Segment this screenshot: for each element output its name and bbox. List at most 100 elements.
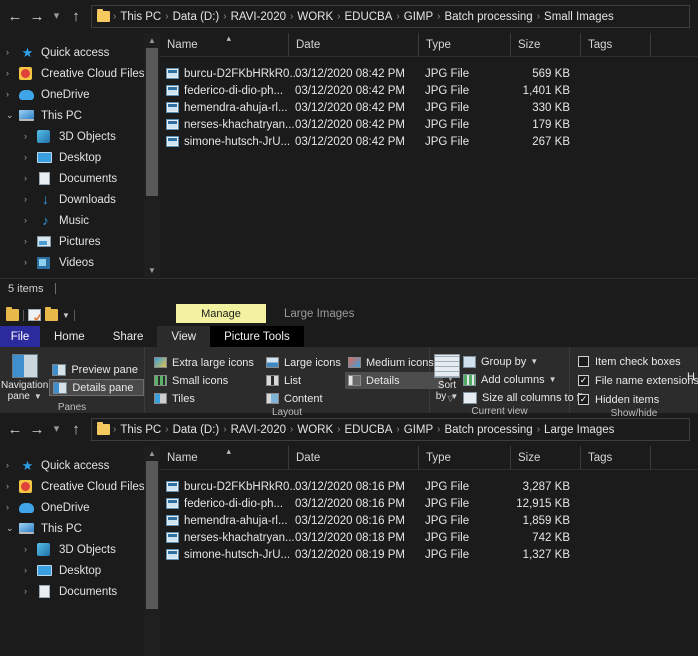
- navigation-scrollbar-top[interactable]: ▲ ▼: [144, 33, 160, 278]
- scrollbar-thumb[interactable]: [146, 461, 158, 609]
- sidebar-item-desktop[interactable]: › Desktop: [0, 147, 160, 168]
- new-folder-icon[interactable]: [45, 307, 58, 321]
- file-name-cell[interactable]: burcu-D2FKbHRkR0...: [160, 481, 299, 493]
- contextual-tab-manage[interactable]: Manage: [176, 304, 266, 323]
- column-header-name[interactable]: Name ▴: [160, 33, 288, 56]
- chevron-down-icon[interactable]: ⌄: [6, 524, 19, 533]
- file-name-cell[interactable]: simone-hutsch-JrU...: [160, 549, 290, 561]
- recent-locations-button[interactable]: ▾: [48, 418, 65, 442]
- table-row[interactable]: hemendra-ahuja-rl... 03/12/2020 08:42 PM J…: [160, 99, 698, 116]
- sidebar-item-creative-cloud-files[interactable]: › Creative Cloud Files: [0, 476, 160, 497]
- sidebar-item-documents[interactable]: › Documents: [0, 168, 160, 189]
- address-field-bottom[interactable]: › This PC › Data (D:) › RAVI-2020 › WORK…: [91, 418, 690, 441]
- up-button[interactable]: ↑: [65, 5, 87, 29]
- column-header-date[interactable]: Date: [288, 33, 418, 56]
- back-button[interactable]: ←: [4, 418, 26, 442]
- sidebar-item-onedrive[interactable]: › OneDrive: [0, 497, 160, 518]
- column-header-type[interactable]: Type: [418, 33, 510, 56]
- chevron-right-icon[interactable]: ›: [24, 153, 37, 162]
- breadcrumb-item[interactable]: EDUCBA: [341, 424, 395, 436]
- tab-file[interactable]: File: [0, 326, 40, 347]
- breadcrumb-item[interactable]: Data (D:): [170, 424, 223, 436]
- table-row[interactable]: simone-hutsch-JrU... 03/12/2020 08:19 PM J…: [160, 546, 698, 563]
- breadcrumb-item[interactable]: Data (D:): [170, 11, 223, 23]
- table-row[interactable]: burcu-D2FKbHRkR0... 03/12/2020 08:16 PM JP…: [160, 478, 698, 495]
- column-header-tags[interactable]: Tags: [580, 33, 650, 56]
- chevron-right-icon[interactable]: ›: [24, 195, 37, 204]
- tab-view[interactable]: View: [157, 326, 211, 347]
- tab-home[interactable]: Home: [40, 326, 99, 347]
- sidebar-item-music[interactable]: › ♪ Music: [0, 210, 160, 231]
- layout-medium-icons[interactable]: Medium icons: [345, 354, 443, 371]
- layout-details[interactable]: Details: [345, 372, 443, 389]
- chevron-right-icon[interactable]: ›: [24, 566, 37, 575]
- breadcrumb-item[interactable]: Batch processing: [441, 424, 535, 436]
- breadcrumb-item[interactable]: This PC: [117, 11, 164, 23]
- scroll-up-arrow-icon[interactable]: ▲: [144, 446, 160, 461]
- sidebar-item-desktop[interactable]: › Desktop: [0, 560, 160, 581]
- column-header-date[interactable]: Date: [288, 446, 418, 469]
- chevron-right-icon[interactable]: ›: [24, 237, 37, 246]
- breadcrumb-item-current[interactable]: Large Images: [541, 424, 617, 436]
- chevron-right-icon[interactable]: ›: [6, 69, 19, 78]
- chevron-right-icon[interactable]: ›: [6, 90, 19, 99]
- forward-button[interactable]: →: [26, 5, 48, 29]
- chevron-right-icon[interactable]: ›: [24, 216, 37, 225]
- forward-button[interactable]: →: [26, 418, 48, 442]
- sidebar-item-pictures[interactable]: › Pictures: [0, 231, 160, 252]
- table-row[interactable]: burcu-D2FKbHRkR0... 03/12/2020 08:42 PM JP…: [160, 65, 698, 82]
- breadcrumb-item[interactable]: Batch processing: [441, 11, 535, 23]
- breadcrumb-item[interactable]: RAVI-2020: [228, 11, 289, 23]
- scrollbar-thumb[interactable]: [146, 48, 158, 196]
- details-pane-button[interactable]: Details pane: [49, 379, 144, 396]
- chevron-right-icon[interactable]: ›: [6, 482, 19, 491]
- sidebar-item-3d-objects[interactable]: › 3D Objects: [0, 126, 160, 147]
- table-row[interactable]: nerses-khachatryan... 03/12/2020 08:42 PM…: [160, 116, 698, 133]
- back-button[interactable]: ←: [4, 5, 26, 29]
- sidebar-item-quick-access[interactable]: › ★ Quick access: [0, 455, 160, 476]
- chevron-right-icon[interactable]: ›: [6, 48, 19, 57]
- breadcrumb-item[interactable]: GIMP: [401, 424, 436, 436]
- table-row[interactable]: federico-di-dio-ph... 03/12/2020 08:16 PM…: [160, 495, 698, 512]
- sidebar-item-onedrive[interactable]: › OneDrive: [0, 84, 160, 105]
- sidebar-item-quick-access[interactable]: › ★ Quick access: [0, 42, 160, 63]
- chevron-right-icon[interactable]: ›: [24, 545, 37, 554]
- table-row[interactable]: simone-hutsch-JrU... 03/12/2020 08:42 PM J…: [160, 133, 698, 150]
- layout-content[interactable]: Content: [263, 390, 345, 407]
- chevron-down-icon[interactable]: ▼: [62, 311, 70, 320]
- preview-pane-button[interactable]: Preview pane: [49, 361, 144, 378]
- tab-picture-tools[interactable]: Picture Tools: [210, 326, 304, 347]
- table-row[interactable]: nerses-khachatryan... 03/12/2020 08:18 PM…: [160, 529, 698, 546]
- sidebar-item-3d-objects[interactable]: › 3D Objects: [0, 539, 160, 560]
- breadcrumb-item[interactable]: EDUCBA: [341, 11, 395, 23]
- navigation-pane-button[interactable]: Navigation pane ▼: [0, 352, 49, 402]
- breadcrumb-item[interactable]: WORK: [294, 424, 336, 436]
- layout-list[interactable]: List: [263, 372, 345, 389]
- table-row[interactable]: hemendra-ahuja-rl... 03/12/2020 08:16 PM J…: [160, 512, 698, 529]
- sidebar-item-this-pc[interactable]: ⌄ This PC: [0, 518, 160, 539]
- layout-tiles[interactable]: Tiles: [151, 390, 263, 407]
- chevron-down-icon[interactable]: ▼: [549, 375, 557, 384]
- hidden-items-toggle[interactable]: ✓ Hidden items: [578, 391, 698, 408]
- file-name-cell[interactable]: simone-hutsch-JrU...: [160, 136, 290, 148]
- file-name-cell[interactable]: federico-di-dio-ph...: [160, 498, 288, 510]
- scroll-up-arrow-icon[interactable]: ▲: [144, 33, 160, 48]
- properties-icon[interactable]: [28, 309, 41, 321]
- layout-small-icons[interactable]: Small icons: [151, 372, 263, 389]
- file-name-cell[interactable]: nerses-khachatryan...: [160, 119, 295, 131]
- sidebar-item-this-pc[interactable]: ⌄ This PC: [0, 105, 160, 126]
- item-check-boxes-toggle[interactable]: Item check boxes: [578, 353, 698, 370]
- chevron-right-icon[interactable]: ›: [6, 503, 19, 512]
- sort-by-button[interactable]: Sort by ▼: [434, 352, 460, 402]
- sidebar-item-documents[interactable]: › Documents: [0, 581, 160, 602]
- chevron-down-icon[interactable]: ▼: [530, 357, 538, 366]
- column-header-size[interactable]: Size: [510, 446, 580, 469]
- breadcrumb-item-current[interactable]: Small Images: [541, 11, 617, 23]
- chevron-right-icon[interactable]: ›: [24, 258, 37, 267]
- file-name-cell[interactable]: hemendra-ahuja-rl...: [160, 515, 288, 527]
- chevron-right-icon[interactable]: ›: [24, 132, 37, 141]
- column-header-tags[interactable]: Tags: [580, 446, 650, 469]
- column-header-size[interactable]: Size: [510, 33, 580, 56]
- file-name-cell[interactable]: nerses-khachatryan...: [160, 532, 295, 544]
- breadcrumb-item[interactable]: RAVI-2020: [228, 424, 289, 436]
